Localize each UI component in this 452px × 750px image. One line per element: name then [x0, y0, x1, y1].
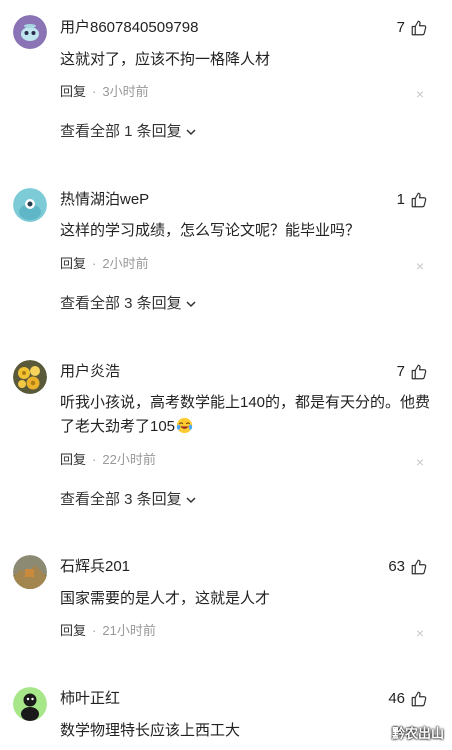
view-all-replies-button[interactable]: 查看全部 1 条回复 — [60, 122, 197, 142]
timestamp: 21小时前 — [102, 623, 156, 638]
comment-meta: 回复 · 21小时前 — [60, 622, 156, 640]
username[interactable]: 石辉兵201 — [60, 557, 130, 577]
watermark: 黔农出山 — [391, 726, 444, 741]
timestamp: 2小时前 — [102, 256, 149, 271]
comment-meta: 回复 · 22小时前 — [60, 451, 156, 469]
comment-text: 国家需要的是人才，这就是人才 — [60, 590, 271, 607]
like-count: 7 — [396, 363, 405, 380]
chevron-down-icon — [186, 129, 196, 136]
view-all-label: 查看全部 3 条回复 — [60, 295, 182, 312]
alien-avatar-icon[interactable] — [13, 15, 47, 49]
chevron-down-icon — [186, 497, 196, 504]
view-all-replies-button[interactable]: 查看全部 3 条回复 — [60, 490, 197, 510]
like-button[interactable]: 1 — [397, 190, 428, 210]
landscape-avatar-icon[interactable] — [13, 555, 47, 589]
separator-dot: · — [92, 256, 97, 271]
timestamp: 22小时前 — [102, 452, 156, 467]
thumbs-up-icon — [411, 364, 427, 380]
separator-dot: · — [92, 623, 97, 638]
view-all-label: 查看全部 3 条回复 — [60, 491, 182, 508]
comment-meta: 回复 · 3小时前 — [60, 83, 149, 101]
close-icon[interactable]: × — [416, 625, 424, 641]
like-button[interactable]: 63 — [388, 557, 428, 577]
reply-button[interactable]: 回复 — [60, 255, 86, 273]
thumbs-up-icon — [411, 559, 427, 575]
cyan-bird-avatar-icon[interactable] — [13, 188, 47, 222]
separator-dot: · — [92, 452, 97, 467]
like-button[interactable]: 7 — [397, 362, 428, 382]
like-count: 46 — [388, 690, 405, 707]
thumbs-up-icon — [411, 691, 427, 707]
like-button[interactable]: 7 — [397, 18, 428, 38]
comment-meta: 回复 · 2小时前 — [60, 255, 149, 273]
close-icon[interactable]: × — [416, 258, 424, 274]
reply-button[interactable]: 回复 — [60, 83, 86, 101]
like-button[interactable]: 46 — [388, 689, 428, 709]
reply-button[interactable]: 回复 — [60, 451, 86, 469]
username[interactable]: 热情湖泊weP — [60, 190, 149, 210]
close-icon[interactable]: × — [416, 454, 424, 470]
like-count: 63 — [388, 558, 405, 575]
like-count: 7 — [396, 19, 405, 36]
thumbs-up-icon — [411, 20, 427, 36]
comment-text: 这样的学习成绩，怎么写论文呢？能毕业吗？ — [60, 222, 361, 239]
black-figure-avatar-icon[interactable] — [13, 687, 47, 721]
thumbs-up-icon — [411, 192, 427, 208]
flowers-avatar-icon[interactable] — [13, 360, 47, 394]
comment-text: 这就对了，应该不拘一格降人材 — [60, 51, 271, 68]
chevron-down-icon — [186, 301, 196, 308]
timestamp: 3小时前 — [102, 84, 149, 99]
comment-text: 数学物理特长应该上西工大 — [60, 722, 241, 739]
like-count: 1 — [396, 191, 405, 208]
username[interactable]: 用户8607840509798 — [60, 18, 198, 38]
close-icon[interactable]: × — [416, 86, 424, 102]
username[interactable]: 柿叶正红 — [60, 689, 120, 709]
username[interactable]: 用户炎浩 — [60, 362, 120, 382]
view-all-replies-button[interactable]: 查看全部 3 条回复 — [60, 294, 197, 314]
comment-text-body: 听我小孩说，高考数学能上140的，都是有天分的。他费了老大劲考了105 — [60, 394, 431, 435]
crying-laughing-emoji — [176, 417, 193, 434]
separator-dot: · — [92, 84, 97, 99]
comment-text: 听我小孩说，高考数学能上140的，都是有天分的。他费了老大劲考了105 — [60, 391, 432, 439]
reply-button[interactable]: 回复 — [60, 622, 86, 640]
view-all-label: 查看全部 1 条回复 — [60, 123, 182, 140]
